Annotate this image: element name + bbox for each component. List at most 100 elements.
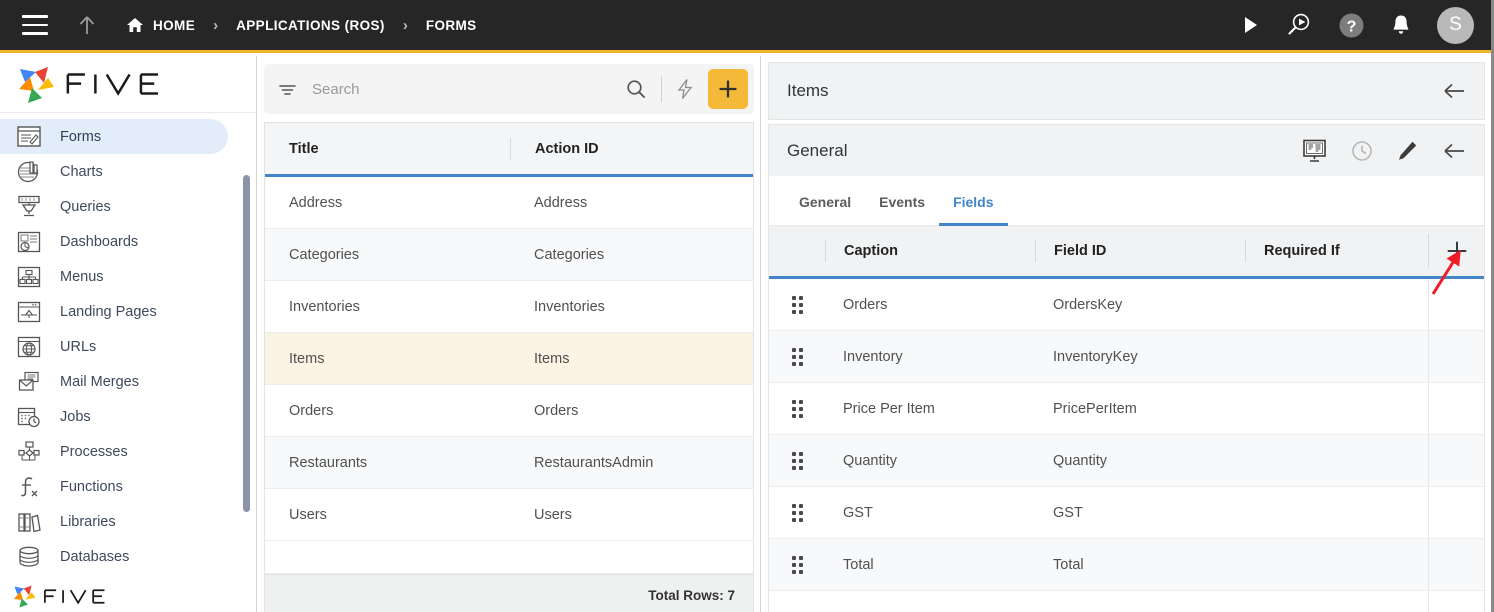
breadcrumb-item-home[interactable]: HOME: [126, 17, 195, 33]
help-icon[interactable]: ?: [1338, 12, 1365, 39]
table-row[interactable]: Orders OrdersKey: [769, 279, 1484, 331]
breadcrumb-item-applications[interactable]: APPLICATIONS (ROS): [236, 18, 385, 33]
arrow-up-icon[interactable]: [74, 12, 100, 38]
drag-handle-icon[interactable]: [769, 503, 825, 522]
table-row-selected[interactable]: Items Items: [265, 333, 753, 385]
breadcrumb-separator: ›: [402, 16, 408, 34]
queries-icon: [14, 194, 44, 220]
table-row[interactable]: Orders Orders: [265, 385, 753, 437]
sidebar-item-libraries[interactable]: Libraries: [0, 504, 228, 539]
preview-search-icon[interactable]: [1286, 12, 1312, 38]
search-icon[interactable]: [619, 79, 653, 99]
cell-caption: Total: [843, 556, 874, 573]
column-header-action-id[interactable]: Action ID: [510, 137, 753, 160]
hamburger-menu-icon[interactable]: [22, 15, 48, 35]
sidebar-item-databases[interactable]: Databases: [0, 539, 228, 574]
cell-row-action[interactable]: [1428, 487, 1484, 538]
sidebar-item-label: Mail Merges: [60, 373, 139, 390]
sidebar-item-urls[interactable]: URLs: [0, 329, 228, 364]
lightning-bolt-icon[interactable]: [670, 78, 700, 100]
table-row[interactable]: GST GST: [769, 487, 1484, 539]
drag-handle-icon[interactable]: [769, 555, 825, 574]
clock-history-icon[interactable]: [1351, 140, 1373, 162]
application-window: HOME › APPLICATIONS (ROS) › FORMS ? S Fo…: [0, 0, 1494, 612]
sidebar-item-label: Forms: [60, 128, 102, 145]
sidebar-item-dashboards[interactable]: Dashboards: [0, 224, 228, 259]
sidebar-item-functions[interactable]: Functions: [0, 469, 228, 504]
plus-icon: [719, 80, 737, 98]
breadcrumb-item-forms[interactable]: FORMS: [426, 18, 477, 33]
urls-icon: [14, 334, 44, 360]
cell-row-action[interactable]: [1428, 383, 1484, 434]
sidebar-item-charts[interactable]: Charts: [0, 154, 228, 189]
cell-field-id: GST: [1053, 504, 1083, 521]
cell-row-action[interactable]: [1428, 435, 1484, 486]
app-logo[interactable]: [0, 56, 256, 113]
table-row[interactable]: Inventories Inventories: [265, 281, 753, 333]
cell-row-action[interactable]: [1428, 539, 1484, 590]
table-row[interactable]: Price Per Item PricePerItem: [769, 383, 1484, 435]
cell-caption: Orders: [843, 296, 888, 313]
detail-header: Items: [768, 62, 1485, 120]
databases-icon: [14, 544, 44, 570]
cell-caption: Quantity: [843, 452, 897, 469]
sidebar-item-queries[interactable]: Queries: [0, 189, 228, 224]
cell-row-action[interactable]: [1428, 331, 1484, 382]
sidebar-item-label: Libraries: [60, 513, 116, 530]
table-row[interactable]: Users Users: [265, 489, 753, 541]
column-header-title[interactable]: Title: [265, 141, 510, 157]
five-logo-mark-icon: [16, 63, 58, 105]
tab-general[interactable]: General: [785, 194, 865, 226]
cell-action-id: RestaurantsAdmin: [534, 454, 654, 471]
sidebar-item-label: URLs: [60, 338, 97, 355]
forms-list-panel: Title Action ID Address Address Categori…: [258, 56, 761, 612]
sidebar-item-jobs[interactable]: Jobs: [0, 399, 228, 434]
landing-pages-icon: [14, 299, 44, 325]
detail-header-actions: [1442, 82, 1466, 100]
sidebar-item-menus[interactable]: Menus: [0, 259, 228, 294]
sidebar-item-label: Databases: [60, 548, 130, 565]
table-row[interactable]: Inventory InventoryKey: [769, 331, 1484, 383]
search-input[interactable]: [304, 80, 619, 98]
sidebar-item-forms[interactable]: Forms: [0, 119, 228, 154]
sidebar-item-processes[interactable]: Processes: [0, 434, 228, 469]
add-field-button[interactable]: [1428, 234, 1484, 268]
drag-handle-icon[interactable]: [769, 295, 825, 314]
drag-handle-icon[interactable]: [769, 399, 825, 418]
table-row-empty: [265, 541, 753, 574]
drag-handle-icon[interactable]: [769, 347, 825, 366]
sidebar-item-landing-pages[interactable]: Landing Pages: [0, 294, 228, 329]
sidebar-item-label: Landing Pages: [60, 303, 157, 320]
avatar[interactable]: S: [1437, 6, 1474, 44]
menus-icon: [14, 264, 44, 290]
table-row[interactable]: Quantity Quantity: [769, 435, 1484, 487]
detail-section-actions: [1302, 139, 1466, 163]
cell-title: Users: [289, 506, 327, 523]
table-row[interactable]: Total Total: [769, 539, 1484, 591]
column-header-required-if[interactable]: Required If: [1245, 240, 1428, 262]
drag-handle-icon[interactable]: [769, 451, 825, 470]
libraries-icon: [14, 509, 44, 535]
table-row[interactable]: Address Address: [265, 177, 753, 229]
sidebar-item-mail-merges[interactable]: Mail Merges: [0, 364, 228, 399]
arrow-left-icon[interactable]: [1442, 142, 1466, 160]
cell-row-action[interactable]: [1428, 279, 1484, 330]
tab-fields[interactable]: Fields: [939, 194, 1008, 226]
sidebar-scrollbar-thumb[interactable]: [243, 175, 250, 512]
add-form-button[interactable]: [708, 69, 748, 109]
run-icon[interactable]: [1242, 15, 1260, 35]
column-header-caption[interactable]: Caption: [825, 240, 1035, 262]
home-icon: [126, 17, 144, 33]
column-header-field-id[interactable]: Field ID: [1035, 240, 1245, 262]
breadcrumb-label: APPLICATIONS (ROS): [236, 17, 385, 33]
edit-pencil-icon[interactable]: [1397, 140, 1418, 161]
search-bar: [264, 64, 754, 114]
cell-field-id: PricePerItem: [1053, 400, 1137, 417]
form-designer-icon[interactable]: [1302, 139, 1327, 163]
arrow-left-icon[interactable]: [1442, 82, 1466, 100]
table-row[interactable]: Restaurants RestaurantsAdmin: [265, 437, 753, 489]
notifications-bell-icon[interactable]: [1391, 13, 1411, 37]
tab-events[interactable]: Events: [865, 194, 939, 226]
filter-icon[interactable]: [270, 82, 304, 97]
table-row[interactable]: Categories Categories: [265, 229, 753, 281]
